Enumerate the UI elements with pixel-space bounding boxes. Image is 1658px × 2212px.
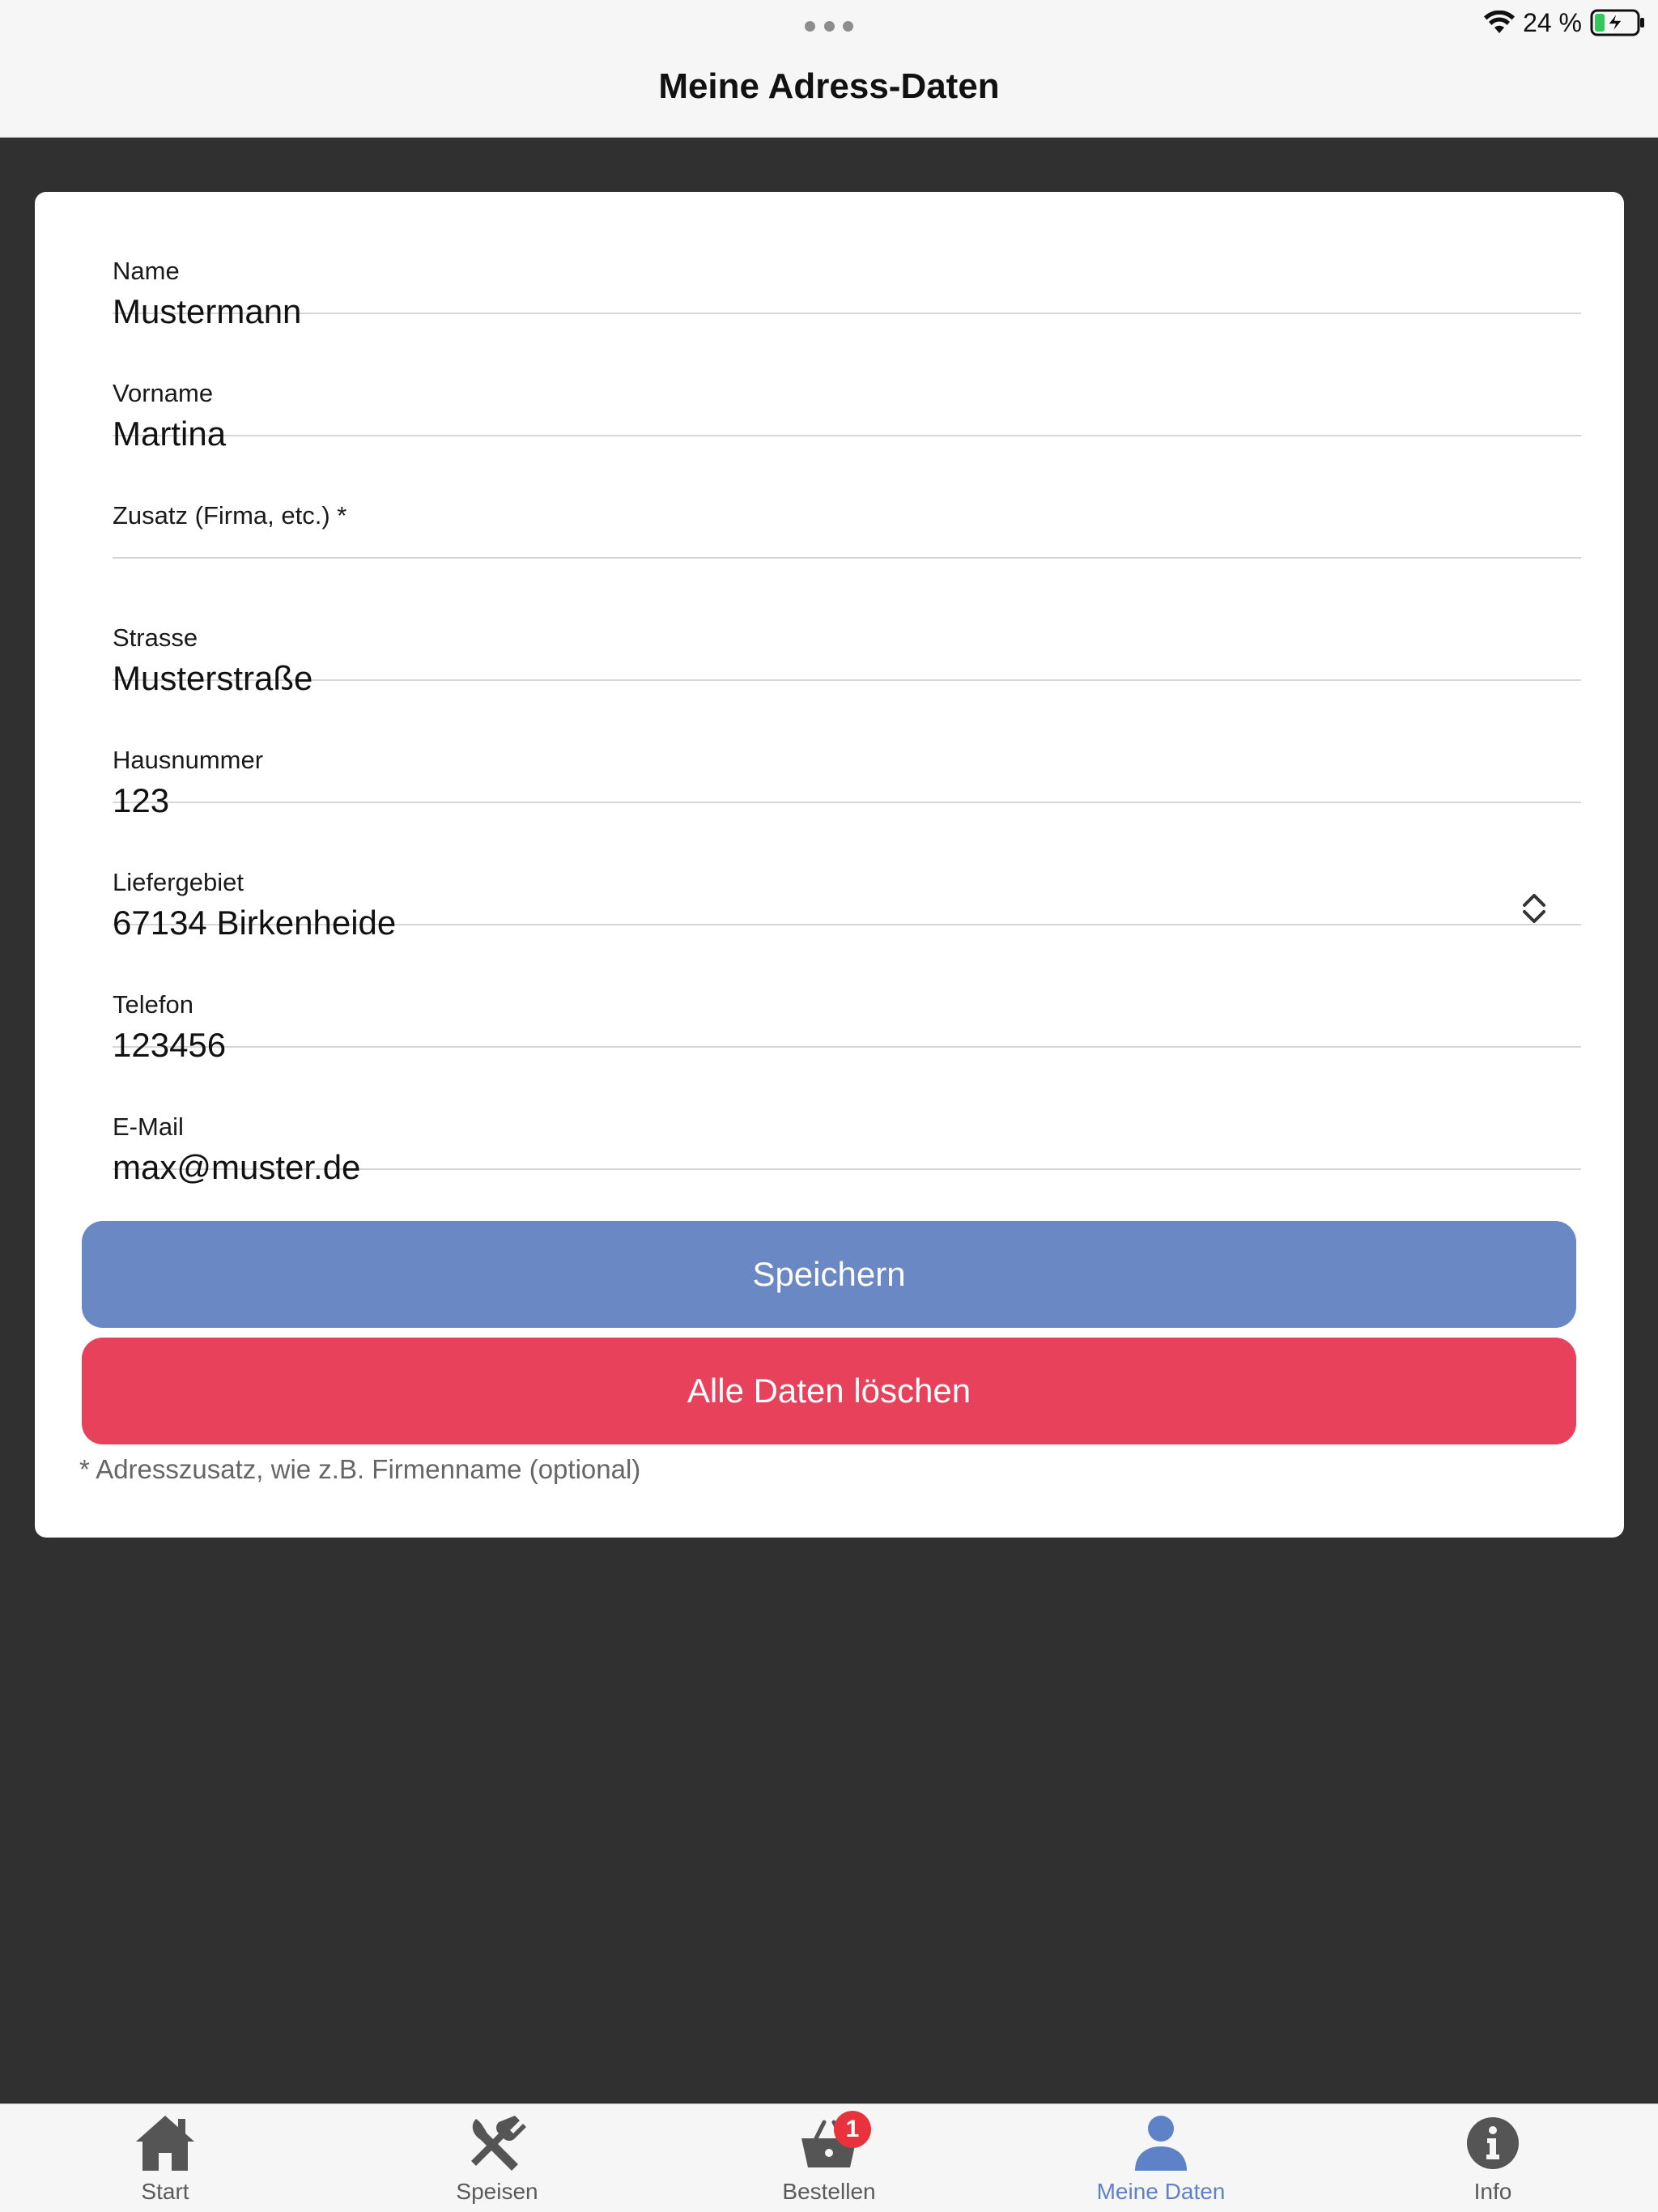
hausnummer-field[interactable]: Hausnummer [113, 681, 1581, 825]
chevron-up-down-icon [1523, 894, 1545, 923]
wifi-icon [1484, 11, 1516, 33]
liefergebiet-label: Liefergebiet [113, 868, 244, 896]
tab-bestellen[interactable]: 1 Bestellen [708, 2104, 950, 2212]
tab-start[interactable]: Start [44, 2104, 287, 2212]
info-icon [1460, 2111, 1525, 2176]
hausnummer-label: Hausnummer [113, 746, 264, 774]
status-bar: 24 % [1484, 6, 1647, 39]
name-field[interactable]: Name [113, 192, 1581, 336]
liefergebiet-select[interactable]: Liefergebiet 67134 Birkenheide [113, 803, 1581, 942]
email-label: E-Mail [113, 1112, 184, 1141]
name-label: Name [113, 257, 180, 285]
zusatz-field[interactable]: Zusatz (Firma, etc.) * [113, 436, 1581, 581]
telefon-field[interactable]: Telefon [113, 925, 1581, 1070]
multitasking-dots-icon[interactable] [805, 21, 853, 32]
vorname-field[interactable]: Vorname [113, 314, 1581, 458]
zusatz-label: Zusatz (Firma, etc.) * [113, 501, 347, 530]
battery-percentage: 24 % [1523, 7, 1582, 37]
strasse-field[interactable]: Strasse [113, 559, 1581, 703]
email-field[interactable]: E-Mail [113, 1048, 1581, 1192]
tab-info[interactable]: Info [1371, 2104, 1614, 2212]
utensils-icon [465, 2111, 529, 2176]
tab-speisen[interactable]: Speisen [376, 2104, 619, 2212]
vorname-label: Vorname [113, 379, 214, 407]
strasse-label: Strasse [113, 623, 198, 652]
tab-bar: Start Speisen 1 Bestellen Meine Daten In… [0, 2104, 1658, 2212]
basket-icon: 1 [797, 2111, 871, 2176]
tab-start-label: Start [141, 2179, 189, 2204]
save-button[interactable]: Speichern [82, 1221, 1576, 1328]
cart-count-badge: 1 [834, 2111, 871, 2148]
user-icon [1129, 2111, 1193, 2176]
footnote: * Adresszusatz, wie z.B. Firmenname (opt… [79, 1454, 641, 1484]
tab-meine-daten-label: Meine Daten [1096, 2179, 1226, 2204]
home-icon [133, 2111, 198, 2176]
battery-charging-icon [1590, 9, 1644, 36]
email-input[interactable] [113, 1143, 1489, 1192]
tab-meine-daten[interactable]: Meine Daten [1039, 2104, 1282, 2212]
top-bar: 24 % Meine Adress-Daten [0, 0, 1658, 138]
telefon-label: Telefon [113, 990, 193, 1019]
tab-speisen-label: Speisen [456, 2179, 538, 2204]
page-title: Meine Adress-Daten [658, 66, 1000, 106]
delete-all-data-button[interactable]: Alle Daten löschen [82, 1338, 1576, 1444]
tab-bestellen-label: Bestellen [782, 2179, 876, 2204]
address-form-card: Name Vorname Zusatz (Firma, etc.) * Stra… [35, 192, 1624, 1538]
tab-info-label: Info [1473, 2179, 1512, 2204]
